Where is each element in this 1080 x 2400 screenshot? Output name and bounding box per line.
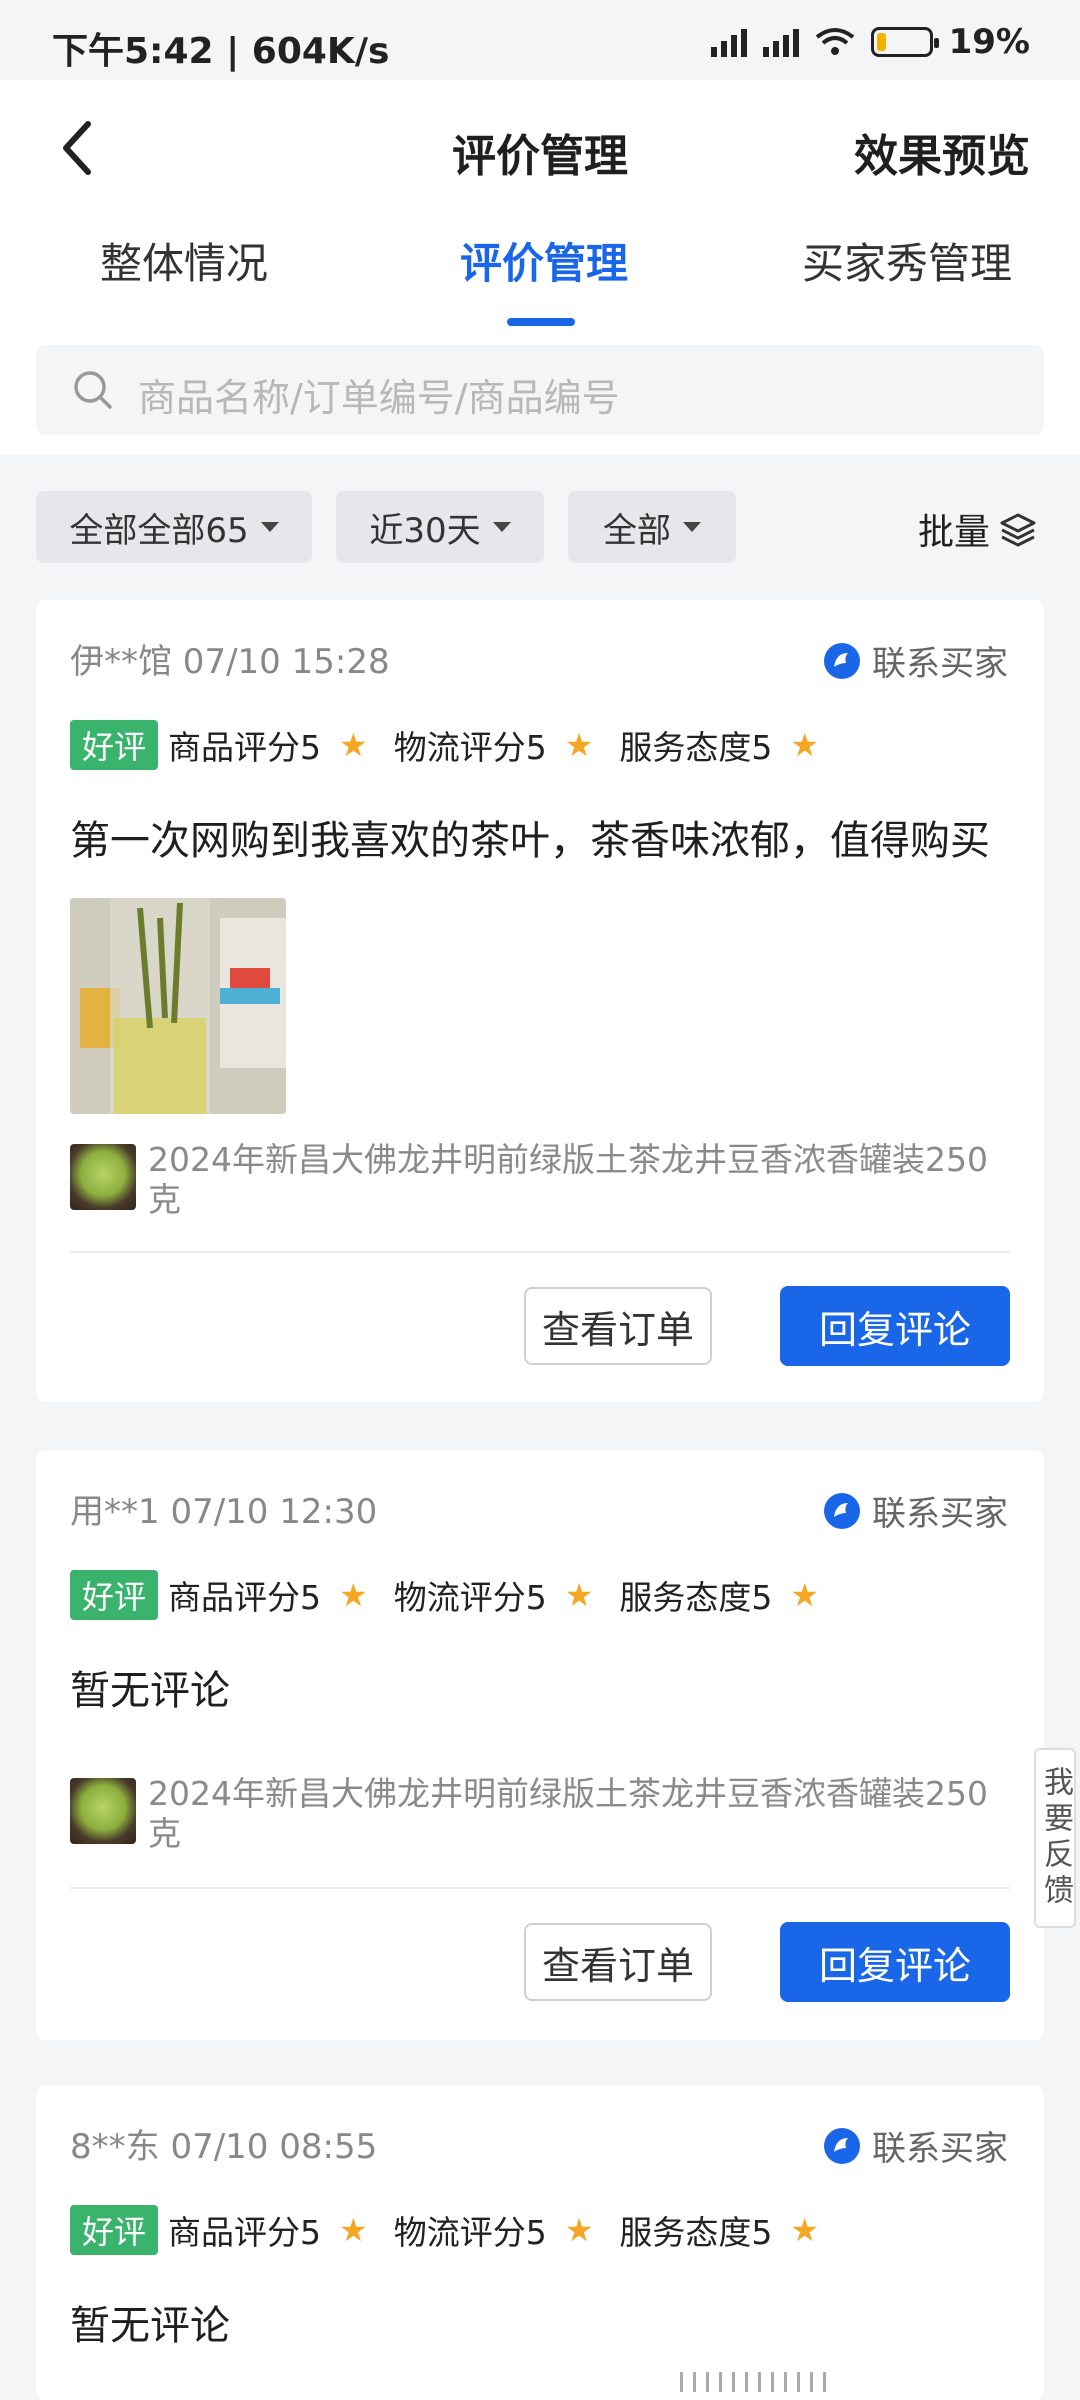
tab-indicator <box>507 318 575 326</box>
product-title: 2024年新昌大佛龙井明前绿版土茶龙井豆香浓香罐装250克 <box>148 1140 988 1219</box>
product-score: 商品评分5 <box>168 1578 322 1617</box>
rating-row: 好评 商品评分5 ★ 物流评分5 ★ 服务态度5 ★ <box>70 2205 845 2255</box>
star-icon: ★ <box>339 726 368 764</box>
search-placeholder: 商品名称/订单编号/商品编号 <box>138 376 620 420</box>
logistics-score: 物流评分5 <box>393 728 547 767</box>
reviewer-info: 伊**馆 07/10 15:28 <box>70 642 390 682</box>
tab-bar: 整体情况 评价管理 买家秀管理 <box>0 230 1080 310</box>
tab-buyer-show[interactable]: 买家秀管理 <box>802 230 1012 291</box>
review-comment: 暂无评论 <box>70 2303 230 2349</box>
rating-row: 好评 商品评分5 ★ 物流评分5 ★ 服务态度5 ★ <box>70 720 845 770</box>
tea-glass-image <box>70 898 286 1114</box>
product-info[interactable]: 2024年新昌大佛龙井明前绿版土茶龙井豆香浓香罐装250克 <box>70 1774 988 1854</box>
filter-range-dropdown[interactable]: 近30天 <box>336 491 544 563</box>
batch-button[interactable]: 批量 <box>918 503 1038 555</box>
filter-bar: 全部全部65 近30天 全部 批量 <box>0 455 1080 585</box>
product-score: 商品评分5 <box>168 728 322 767</box>
signal-icon <box>710 27 747 57</box>
caret-down-icon <box>683 522 701 532</box>
system-nav-bar <box>680 2372 1040 2392</box>
service-score: 服务态度5 <box>619 1578 773 1617</box>
battery-percent: 19% <box>948 22 1030 62</box>
star-icon: ★ <box>790 726 820 764</box>
tab-review-management[interactable]: 评价管理 <box>460 230 628 291</box>
divider <box>70 1251 1010 1253</box>
feedback-button[interactable]: 我要反馈 <box>1034 1748 1076 1928</box>
product-score: 商品评分5 <box>168 2213 322 2252</box>
search-icon <box>74 371 112 409</box>
battery-icon <box>870 27 939 57</box>
status-time: 下午5:42 <box>52 31 214 72</box>
product-info[interactable]: 2024年新昌大佛龙井明前绿版土茶龙井豆香浓香罐装250克 <box>70 1140 988 1220</box>
caret-down-icon <box>260 522 279 532</box>
contact-buyer-button[interactable]: 联系买家 <box>822 1486 1008 1535</box>
star-icon: ★ <box>564 1576 594 1614</box>
divider <box>70 1887 1010 1889</box>
reviewer-info: 8**东 07/10 08:55 <box>70 2127 378 2167</box>
filter-status-dropdown[interactable]: 全部 <box>568 491 736 563</box>
contact-buyer-button[interactable]: 联系买家 <box>822 2121 1008 2170</box>
filter-type-dropdown[interactable]: 全部全部65 <box>36 491 312 563</box>
wifi-icon <box>815 28 854 55</box>
positive-badge: 好评 <box>70 2205 159 2255</box>
product-thumbnail <box>70 1778 136 1844</box>
layers-icon <box>1000 513 1036 547</box>
logistics-score: 物流评分5 <box>393 2213 547 2252</box>
signal-icon-2 <box>762 27 799 57</box>
caret-down-icon <box>492 522 511 532</box>
service-score: 服务态度5 <box>619 728 773 767</box>
view-order-button[interactable]: 查看订单 <box>524 1923 712 2001</box>
search-input[interactable]: 商品名称/订单编号/商品编号 <box>36 345 1044 435</box>
reply-comment-button[interactable]: 回复评论 <box>780 1922 1010 2002</box>
chat-bird-icon <box>824 642 860 679</box>
header: 评价管理 效果预览 整体情况 评价管理 买家秀管理 商品名称/订单编号/商品编号 <box>0 80 1080 455</box>
product-title: 2024年新昌大佛龙井明前绿版土茶龙井豆香浓香罐装250克 <box>148 1774 988 1853</box>
review-card: 8**东 07/10 08:55 联系买家 好评 商品评分5 ★ 物流评分5 ★ 服… <box>36 2085 1044 2400</box>
star-icon: ★ <box>564 2211 594 2249</box>
star-icon: ★ <box>339 1576 368 1614</box>
chat-bird-icon <box>824 2127 860 2164</box>
positive-badge: 好评 <box>70 1570 159 1620</box>
service-score: 服务态度5 <box>619 2213 773 2252</box>
review-card: 伊**馆 07/10 15:28 联系买家 好评 商品评分5 ★ 物流评分5 ★ 服… <box>36 600 1044 1402</box>
rating-row: 好评 商品评分5 ★ 物流评分5 ★ 服务态度5 ★ <box>70 1570 845 1620</box>
review-comment: 暂无评论 <box>70 1668 230 1714</box>
preview-button[interactable]: 效果预览 <box>854 120 1030 184</box>
status-bar: 下午5:42 | 604K/s 19% <box>0 0 1080 80</box>
contact-buyer-button[interactable]: 联系买家 <box>822 636 1008 685</box>
tab-overview[interactable]: 整体情况 <box>100 230 268 291</box>
star-icon: ★ <box>339 2211 368 2249</box>
review-photo[interactable] <box>70 898 286 1114</box>
view-order-button[interactable]: 查看订单 <box>524 1287 712 1365</box>
review-comment: 第一次网购到我喜欢的茶叶，茶香味浓郁，值得购买 <box>70 818 990 864</box>
logistics-score: 物流评分5 <box>393 1578 547 1617</box>
reply-comment-button[interactable]: 回复评论 <box>780 1286 1010 1366</box>
star-icon: ★ <box>790 1576 820 1614</box>
review-card: 用**1 07/10 12:30 联系买家 好评 商品评分5 ★ 物流评分5 ★ 服… <box>36 1450 1044 2040</box>
status-network-speed: 604K/s <box>251 31 390 72</box>
star-icon: ★ <box>790 2211 820 2249</box>
product-thumbnail <box>70 1144 136 1210</box>
chat-bird-icon <box>824 1492 860 1529</box>
reviewer-info: 用**1 07/10 12:30 <box>70 1492 378 1532</box>
positive-badge: 好评 <box>70 720 159 770</box>
star-icon: ★ <box>564 726 594 764</box>
